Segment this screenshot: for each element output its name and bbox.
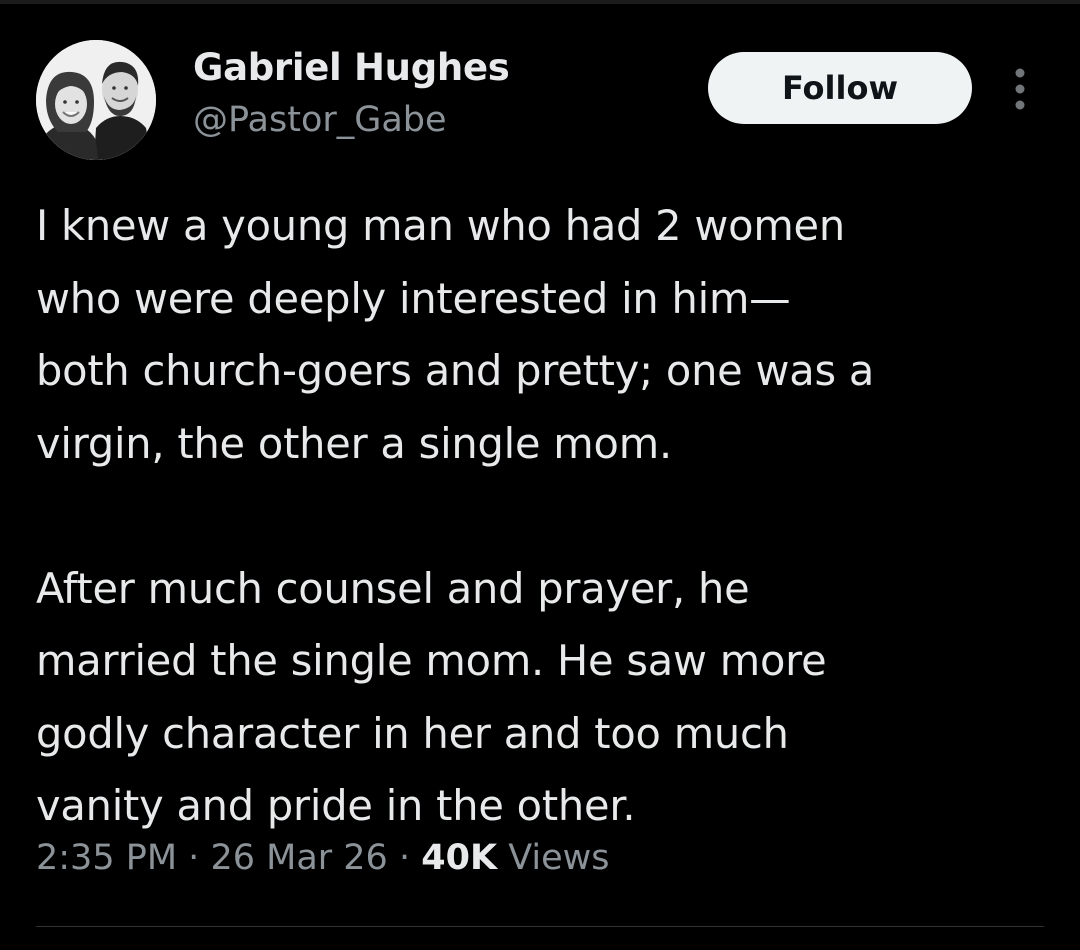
tweet-text-line: who were deeply interested in him— — [36, 273, 791, 323]
tweet-text-line: virgin, the other a single mom. — [36, 418, 672, 468]
profile-photo-icon — [36, 40, 156, 160]
bottom-divider — [36, 926, 1044, 927]
follow-button[interactable]: Follow — [708, 52, 972, 124]
tweet-text-line: vanity and pride in the other. — [36, 781, 636, 830]
tweet: Gabriel Hughes @Pastor_Gabe Follow I kne… — [0, 0, 1080, 950]
author-name[interactable]: Gabriel Hughes — [193, 46, 510, 89]
meta-separator: · — [188, 838, 200, 878]
views-label[interactable]: Views — [508, 838, 609, 878]
tweet-text-line: godly character in her and too much — [36, 708, 789, 758]
tweet-meta: 2:35 PM · 26 Mar 26 · 40K Views — [36, 838, 610, 878]
vertical-ellipsis-icon — [1015, 68, 1025, 110]
avatar[interactable] — [36, 40, 156, 160]
tweet-text-line: both church-goers and pretty; one was a — [36, 346, 875, 395]
meta-separator: · — [398, 838, 411, 878]
tweet-date[interactable]: 26 Mar 26 — [210, 838, 387, 878]
tweet-text-line: I knew a young man who had 2 women — [36, 201, 845, 250]
views-count[interactable]: 40K — [421, 838, 497, 878]
more-options-button[interactable] — [1004, 64, 1036, 114]
tweet-text-line: married the single mom. He saw more — [36, 636, 827, 685]
tweet-time[interactable]: 2:35 PM — [36, 838, 177, 878]
tweet-text-line: After much counsel and prayer, he — [36, 563, 750, 613]
follow-button-label: Follow — [781, 69, 899, 107]
author-handle[interactable]: @Pastor_Gabe — [193, 100, 447, 140]
tweet-text: I knew a young man who had 2 women who w… — [36, 190, 1066, 843]
